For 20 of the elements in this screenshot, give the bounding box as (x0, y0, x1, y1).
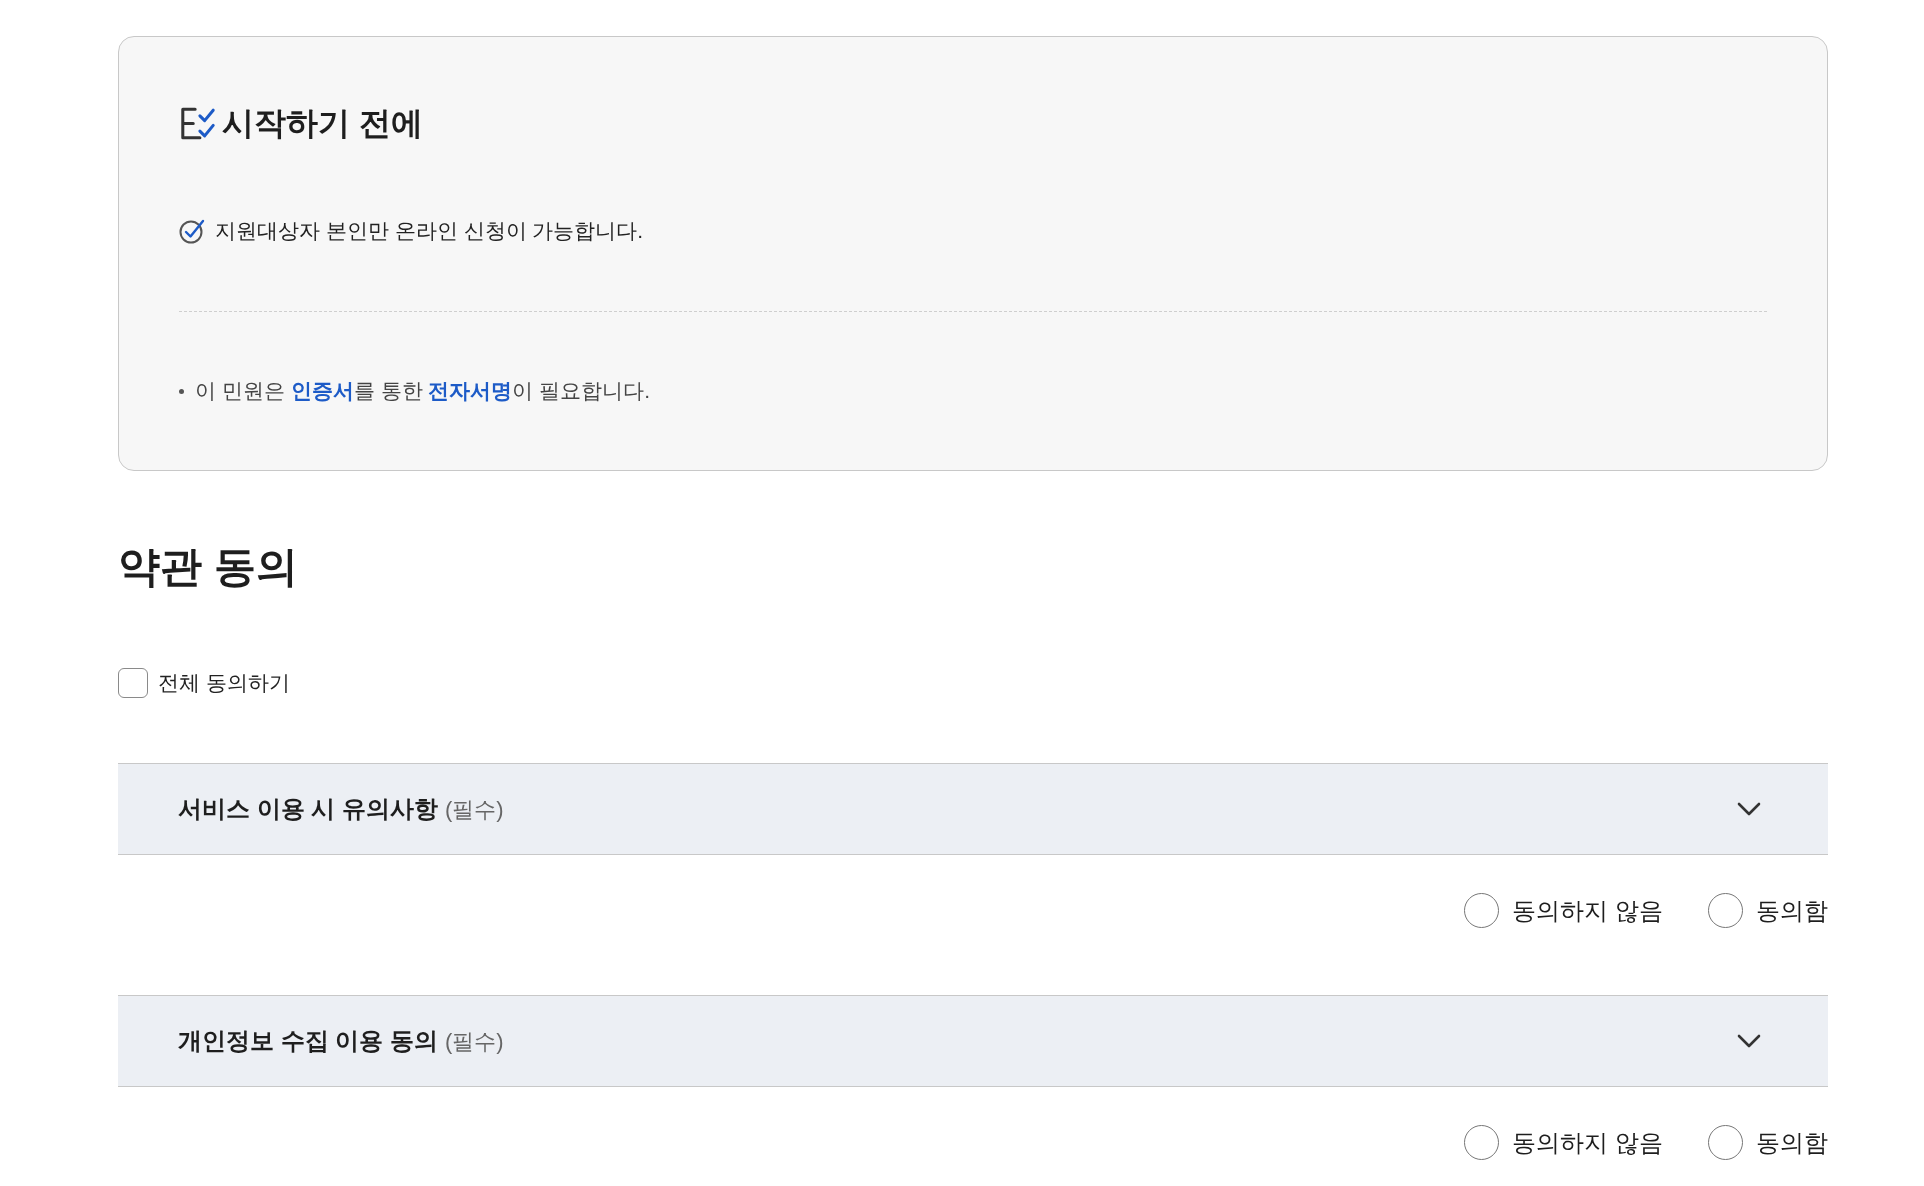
radio-label[interactable]: 동의함 (1756, 894, 1828, 927)
notice-title: 시작하기 전에 (222, 104, 423, 143)
bullet-icon (179, 388, 184, 394)
accordion-header[interactable]: 개인정보 수집 이용 동의 (필수) (118, 995, 1828, 1087)
chevron-down-icon (1737, 802, 1761, 816)
radio-button[interactable] (1708, 1125, 1743, 1160)
check-circle-icon (179, 218, 205, 244)
checkbox-label[interactable]: 전체 동의하기 (158, 668, 290, 698)
radio-label[interactable]: 동의하지 않음 (1512, 1126, 1663, 1159)
radio-button[interactable] (1708, 893, 1743, 928)
notice-text: 이 민원은 인증서를 통한 전자서명이 필요합니다. (195, 378, 650, 404)
radio-button[interactable] (1464, 893, 1500, 928)
accordion-header[interactable]: 서비스 이용 시 유의사항 (필수) (118, 763, 1828, 855)
chevron-down-icon (1737, 1034, 1761, 1048)
radio-button[interactable] (1464, 1125, 1500, 1160)
section-heading: 약관 동의 (118, 542, 298, 592)
notice-text: 지원대상자 본인만 온라인 신청이 가능합니다. (215, 218, 644, 244)
checkbox[interactable] (118, 668, 148, 698)
radio-label[interactable]: 동의함 (1756, 1126, 1828, 1159)
radio-label[interactable]: 동의하지 않음 (1512, 894, 1663, 927)
